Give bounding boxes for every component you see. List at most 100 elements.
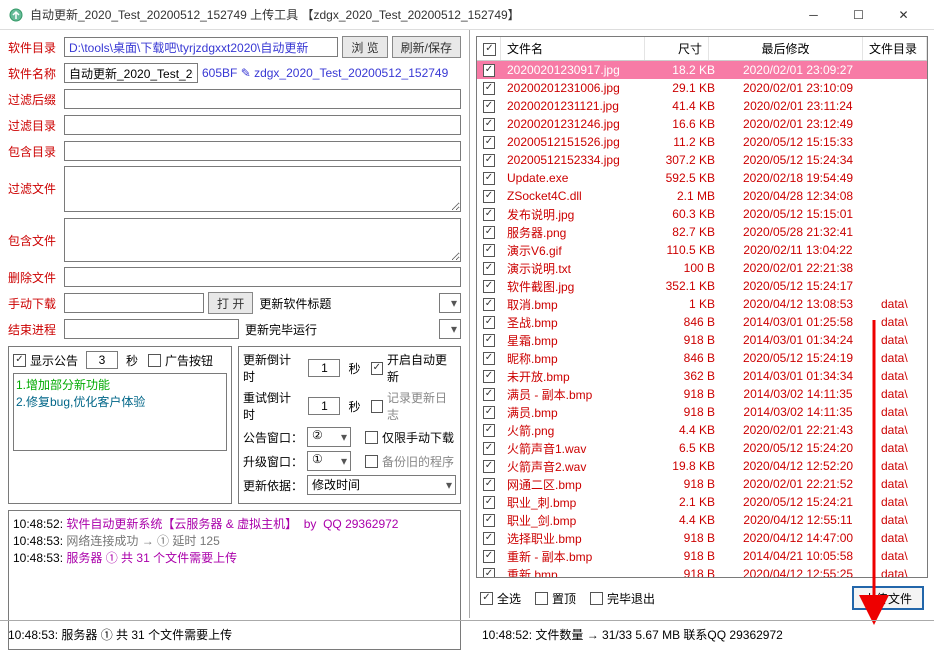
delete-file-input[interactable] (64, 267, 461, 287)
table-row[interactable]: 职业_剑.bmp4.4 KB2020/04/12 12:55:11data\ (477, 511, 927, 529)
include-dir-input[interactable] (64, 141, 461, 161)
table-row[interactable]: 火箭.png4.4 KB2020/02/01 22:21:43data\ (477, 421, 927, 439)
notice-win-select[interactable]: ② (307, 427, 351, 447)
table-row[interactable]: 火箭声音2.wav19.8 KB2020/04/12 12:52:20data\ (477, 457, 927, 475)
row-checkbox[interactable] (483, 460, 495, 473)
col-dir[interactable]: 文件目录 (863, 37, 927, 60)
row-checkbox[interactable] (483, 424, 495, 437)
table-row[interactable]: 选择职业.bmp918 B2020/04/12 14:47:00data\ (477, 529, 927, 547)
table-row[interactable]: 未开放.bmp362 B2014/03/01 01:34:34data\ (477, 367, 927, 385)
table-row[interactable]: 取消.bmp1 KB2020/04/12 13:08:53data\ (477, 295, 927, 313)
table-row[interactable]: 20200201231006.jpg29.1 KB2020/02/01 23:1… (477, 79, 927, 97)
table-row[interactable]: 演示V6.gif110.5 KB2020/02/11 13:04:22 (477, 241, 927, 259)
include-file-textarea[interactable] (64, 218, 461, 262)
manual-only-checkbox[interactable] (365, 431, 378, 444)
table-row[interactable]: 重新 - 副本.bmp918 B2014/04/21 10:05:58data\ (477, 547, 927, 565)
filter-dir-input[interactable] (64, 115, 461, 135)
row-checkbox[interactable] (483, 352, 495, 365)
header-checkbox[interactable] (483, 43, 496, 56)
exit-done-checkbox[interactable] (590, 592, 603, 605)
notice-list[interactable]: 1.增加部分新功能 2.修复bug,优化客户体验 (13, 373, 227, 451)
table-row[interactable]: 20200201231246.jpg16.6 KB2020/02/01 23:1… (477, 115, 927, 133)
row-checkbox[interactable] (483, 388, 495, 401)
table-row[interactable]: 重新.bmp918 B2020/04/12 12:55:25data\ (477, 565, 927, 577)
col-size[interactable]: 尺寸 (645, 37, 709, 60)
table-row[interactable]: 20200201230917.jpg18.2 KB2020/02/01 23:0… (477, 61, 927, 79)
filter-suffix-input[interactable] (64, 89, 461, 109)
row-checkbox[interactable] (483, 262, 495, 275)
table-row[interactable]: 网通二区.bmp918 B2020/02/01 22:21:52data\ (477, 475, 927, 493)
countdown2-input[interactable] (308, 397, 340, 415)
select-all-checkbox[interactable] (480, 592, 493, 605)
auto-update-checkbox[interactable] (371, 362, 384, 375)
table-row[interactable]: 职业_刺.bmp2.1 KB2020/05/12 15:24:21data\ (477, 493, 927, 511)
table-row[interactable]: 圣战.bmp846 B2014/03/01 01:25:58data\ (477, 313, 927, 331)
software-name-input[interactable] (64, 63, 198, 83)
row-checkbox[interactable] (483, 478, 495, 491)
row-checkbox[interactable] (483, 82, 495, 95)
row-checkbox[interactable] (483, 172, 495, 185)
software-dir-input[interactable] (64, 37, 338, 57)
row-checkbox[interactable] (483, 568, 495, 578)
row-checkbox[interactable] (483, 118, 495, 131)
row-checkbox[interactable] (483, 532, 495, 545)
row-checkbox[interactable] (483, 136, 495, 149)
row-checkbox[interactable] (483, 280, 495, 293)
end-proc-input[interactable] (64, 319, 239, 339)
row-date: 2020/05/12 15:15:33 (721, 135, 875, 149)
row-checkbox[interactable] (483, 406, 495, 419)
maximize-button[interactable]: ☐ (836, 1, 881, 29)
row-checkbox[interactable] (483, 316, 495, 329)
pin-top-checkbox[interactable] (535, 592, 548, 605)
row-checkbox[interactable] (483, 100, 495, 113)
close-button[interactable]: ✕ (881, 1, 926, 29)
row-checkbox[interactable] (483, 208, 495, 221)
table-row[interactable]: 昵称.bmp846 B2020/05/12 15:24:19data\ (477, 349, 927, 367)
open-button[interactable]: 打 开 (208, 292, 253, 314)
table-row[interactable]: 服务器.png82.7 KB2020/05/28 21:32:41 (477, 223, 927, 241)
table-row[interactable]: 20200512151526.jpg11.2 KB2020/05/12 15:1… (477, 133, 927, 151)
table-row[interactable]: Update.exe592.5 KB2020/02/18 19:54:49 (477, 169, 927, 187)
table-body[interactable]: 20200201230917.jpg18.2 KB2020/02/01 23:0… (477, 61, 927, 577)
row-checkbox[interactable] (483, 442, 495, 455)
col-date[interactable]: 最后修改 (709, 37, 863, 60)
row-checkbox[interactable] (483, 190, 495, 203)
row-checkbox[interactable] (483, 64, 495, 77)
row-checkbox[interactable] (483, 298, 495, 311)
row-checkbox[interactable] (483, 550, 495, 563)
update-title-select[interactable] (439, 293, 461, 313)
table-row[interactable]: 软件截图.jpg352.1 KB2020/05/12 15:24:17 (477, 277, 927, 295)
table-row[interactable]: 发布说明.jpg60.3 KB2020/05/12 15:15:01 (477, 205, 927, 223)
upgrade-win-select[interactable]: ① (307, 451, 351, 471)
table-row[interactable]: 满员 - 副本.bmp918 B2014/03/02 14:11:35data\ (477, 385, 927, 403)
table-row[interactable]: 星霜.bmp918 B2014/03/01 01:34:24data\ (477, 331, 927, 349)
upload-button[interactable]: 上传文件 (852, 586, 924, 610)
manual-dl-input[interactable] (64, 293, 204, 313)
col-name[interactable]: 文件名 (501, 37, 645, 60)
ad-btn-checkbox[interactable] (148, 354, 161, 367)
table-row[interactable]: ZSocket4C.dll2.1 MB2020/04/28 12:34:08 (477, 187, 927, 205)
row-checkbox[interactable] (483, 334, 495, 347)
table-row[interactable]: 20200512152334.jpg307.2 KB2020/05/12 15:… (477, 151, 927, 169)
browse-button[interactable]: 浏 览 (342, 36, 387, 58)
backup-old-checkbox[interactable] (365, 455, 378, 468)
row-checkbox[interactable] (483, 244, 495, 257)
table-row[interactable]: 演示说明.txt100 B2020/02/01 22:21:38 (477, 259, 927, 277)
countdown1-input[interactable] (308, 359, 340, 377)
row-checkbox[interactable] (483, 370, 495, 383)
update-done-run-select[interactable] (439, 319, 461, 339)
filter-file-textarea[interactable] (64, 166, 461, 212)
row-checkbox[interactable] (483, 496, 495, 509)
show-notice-checkbox[interactable] (13, 354, 26, 367)
notice-seconds-input[interactable] (86, 351, 118, 369)
row-checkbox[interactable] (483, 154, 495, 167)
minimize-button[interactable]: ─ (791, 1, 836, 29)
row-checkbox[interactable] (483, 226, 495, 239)
update-by-select[interactable]: 修改时间 (307, 475, 456, 495)
table-row[interactable]: 满员.bmp918 B2014/03/02 14:11:35data\ (477, 403, 927, 421)
log-update-checkbox[interactable] (371, 400, 384, 413)
row-checkbox[interactable] (483, 514, 495, 527)
table-row[interactable]: 火箭声音1.wav6.5 KB2020/05/12 15:24:20data\ (477, 439, 927, 457)
refresh-save-button[interactable]: 刷新/保存 (392, 36, 461, 58)
table-row[interactable]: 20200201231121.jpg41.4 KB2020/02/01 23:1… (477, 97, 927, 115)
